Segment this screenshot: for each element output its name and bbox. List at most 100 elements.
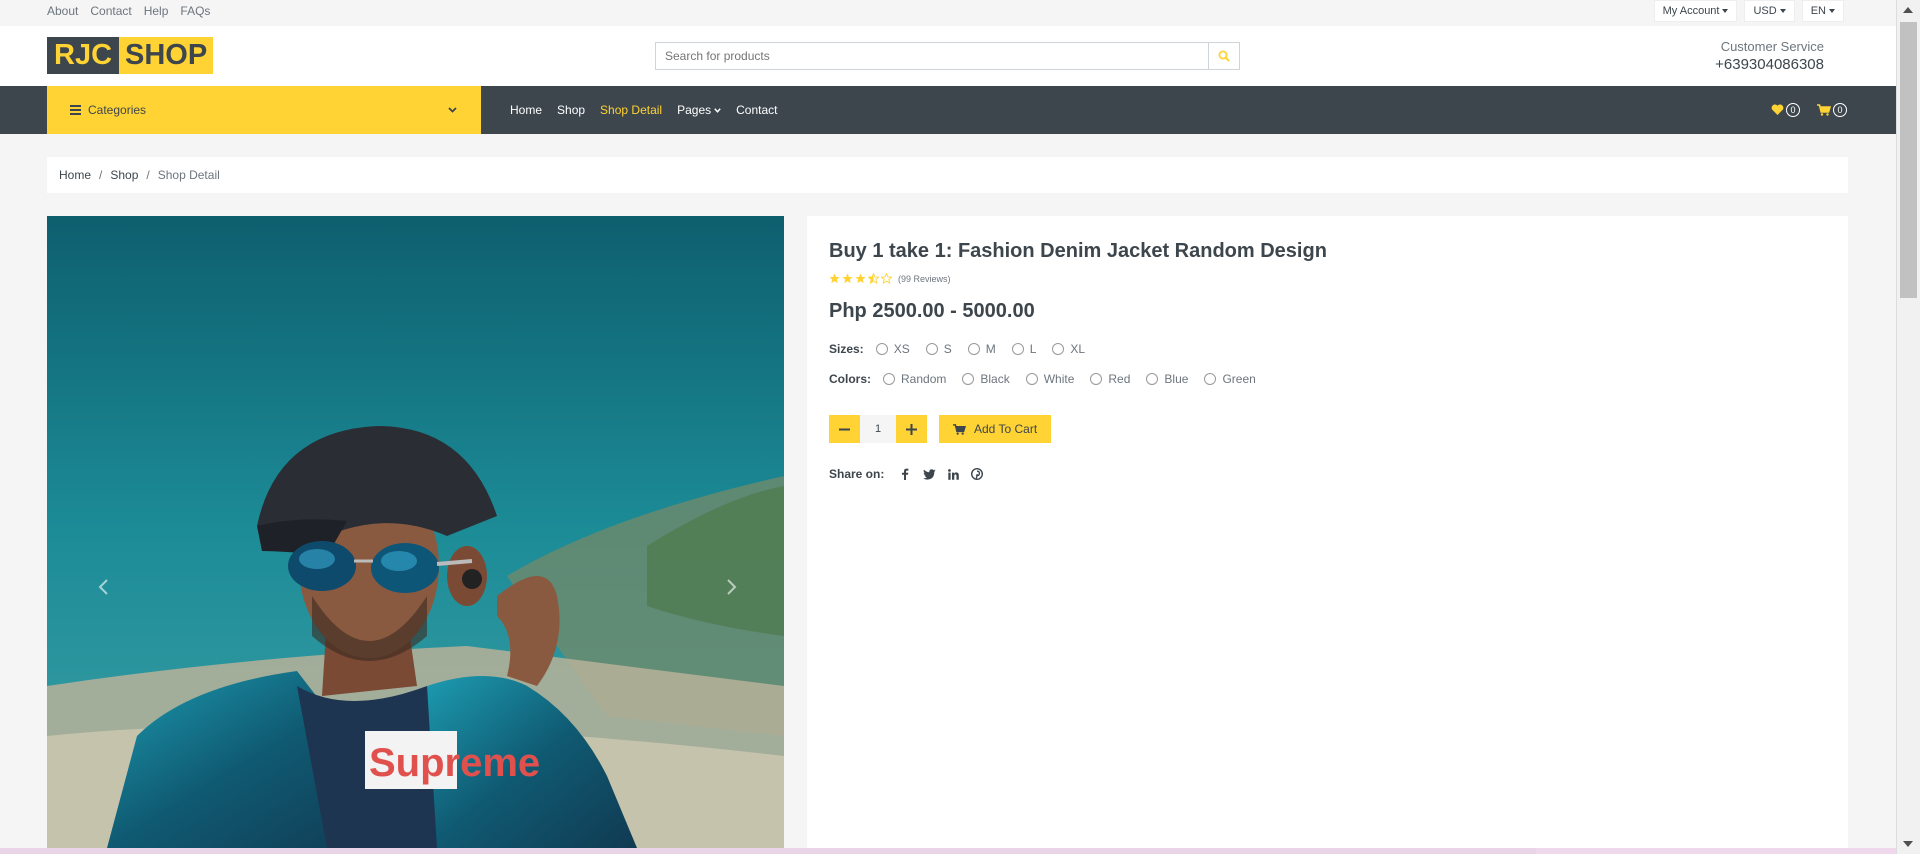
- facebook-icon[interactable]: [898, 467, 912, 481]
- share-label: Share on:: [829, 467, 885, 481]
- product-photo: Supreme: [47, 216, 784, 848]
- star-half-icon: [868, 273, 879, 284]
- size-label: M: [985, 342, 996, 356]
- categories-label: Categories: [88, 103, 147, 117]
- size-option-m[interactable]: M: [967, 342, 996, 356]
- color-option-green[interactable]: Green: [1204, 372, 1256, 386]
- language-dropdown[interactable]: EN: [1801, 0, 1844, 22]
- breadcrumb-separator: /: [146, 168, 150, 182]
- pinterest-icon[interactable]: [970, 467, 984, 481]
- top-link-help[interactable]: Help: [144, 4, 169, 18]
- star-full-icon: [842, 273, 853, 284]
- quantity-plus-button[interactable]: [896, 415, 927, 443]
- horizontal-scrollbar-thumb[interactable]: [0, 848, 1536, 854]
- star-empty-icon: [881, 273, 892, 284]
- caret-down-icon: [1829, 9, 1835, 13]
- customer-service: Customer Service +639304086308: [1715, 39, 1824, 73]
- radio-button[interactable]: [967, 343, 980, 355]
- size-option-s[interactable]: S: [925, 342, 952, 356]
- breadcrumb-shop[interactable]: Shop: [110, 168, 138, 182]
- radio-button[interactable]: [883, 373, 895, 385]
- wishlist-button[interactable]: 0: [1771, 103, 1800, 117]
- radio-button[interactable]: [1090, 373, 1103, 385]
- breadcrumb-separator: /: [99, 168, 103, 182]
- top-links: About Contact Help FAQs: [47, 4, 210, 18]
- product-detail: Buy 1 take 1: Fashion Denim Jacket Rando…: [807, 216, 1848, 848]
- size-option-l[interactable]: L: [1011, 342, 1037, 356]
- radio-button[interactable]: [1011, 343, 1024, 355]
- linkedin-icon[interactable]: [946, 467, 960, 481]
- color-label: Blue: [1164, 372, 1189, 386]
- nav-contact[interactable]: Contact: [736, 103, 777, 117]
- nav-icons: 0 0: [1771, 86, 1847, 134]
- search-input[interactable]: [655, 42, 1209, 70]
- chevron-down-icon: [714, 107, 721, 113]
- color-option-red[interactable]: Red: [1090, 372, 1130, 386]
- color-option-blue[interactable]: Blue: [1146, 372, 1188, 386]
- colors-label: Colors:: [829, 372, 871, 386]
- quantity-minus-button[interactable]: [829, 415, 860, 443]
- twitter-icon[interactable]: [922, 467, 936, 481]
- color-options: Colors: Random Black White Red Blue Gree…: [829, 372, 1272, 386]
- shopping-cart-icon: [953, 423, 966, 435]
- radio-button[interactable]: [925, 343, 938, 355]
- search-button[interactable]: [1209, 42, 1240, 70]
- main-nav: Home Shop Shop Detail Pages Contact: [510, 86, 777, 134]
- size-label: XS: [893, 342, 910, 356]
- radio-button[interactable]: [875, 343, 888, 355]
- shirt-print-text: Supreme: [369, 741, 540, 785]
- plus-icon: [906, 423, 917, 435]
- color-label: Red: [1108, 372, 1131, 386]
- cart-count-badge: 0: [1833, 103, 1847, 117]
- site-logo[interactable]: RJC SHOP: [47, 37, 214, 74]
- carousel-next-icon[interactable]: [722, 578, 740, 596]
- sizes-label: Sizes:: [829, 342, 864, 356]
- product-rating: (99 Reviews): [829, 273, 951, 284]
- top-bar: About Contact Help FAQs My Account USD E…: [0, 0, 1896, 26]
- vertical-scrollbar[interactable]: [1896, 0, 1920, 854]
- carousel-prev-icon[interactable]: [95, 578, 113, 596]
- breadcrumb-home[interactable]: Home: [59, 168, 91, 182]
- scroll-up-arrow-icon[interactable]: [1903, 7, 1913, 13]
- size-option-xs[interactable]: XS: [875, 342, 910, 356]
- wishlist-count-badge: 0: [1786, 103, 1800, 117]
- size-option-xl[interactable]: XL: [1052, 342, 1085, 356]
- star-full-icon: [829, 273, 840, 284]
- cart-button[interactable]: 0: [1817, 103, 1847, 117]
- nav-pages-dropdown[interactable]: Pages: [677, 103, 721, 117]
- size-label: L: [1029, 342, 1037, 356]
- radio-button[interactable]: [962, 373, 975, 385]
- customer-service-phone: +639304086308: [1715, 56, 1824, 73]
- scrollbar-thumb[interactable]: [1900, 22, 1917, 298]
- color-option-white[interactable]: White: [1025, 372, 1075, 386]
- logo-part-1: RJC: [47, 37, 120, 74]
- top-link-faqs[interactable]: FAQs: [180, 4, 210, 18]
- radio-button[interactable]: [1146, 373, 1159, 385]
- my-account-dropdown[interactable]: My Account: [1653, 0, 1738, 22]
- radio-button[interactable]: [1204, 373, 1217, 385]
- categories-toggle[interactable]: Categories: [47, 86, 481, 134]
- product-price: Php 2500.00 - 5000.00: [829, 300, 1035, 322]
- color-label: White: [1043, 372, 1075, 386]
- top-link-contact[interactable]: Contact: [90, 4, 131, 18]
- search-icon: [1218, 50, 1230, 62]
- quantity-stepper: 1 Add To Cart: [829, 415, 1052, 443]
- radio-button[interactable]: [1025, 373, 1038, 385]
- color-option-random[interactable]: Random: [883, 372, 946, 386]
- heart-icon: [1771, 104, 1784, 115]
- quantity-input[interactable]: 1: [860, 415, 896, 443]
- minus-icon: [839, 428, 850, 430]
- nav-shop-detail[interactable]: Shop Detail: [600, 103, 662, 117]
- chevron-down-icon: [448, 107, 457, 113]
- nav-shop[interactable]: Shop: [557, 103, 585, 117]
- color-option-black[interactable]: Black: [962, 372, 1010, 386]
- scroll-down-arrow-icon[interactable]: [1903, 841, 1913, 847]
- radio-button[interactable]: [1052, 343, 1065, 355]
- review-count: (99 Reviews): [898, 273, 951, 284]
- add-to-cart-button[interactable]: Add To Cart: [939, 415, 1052, 443]
- navbar: Categories Home Shop Shop Detail Pages C…: [0, 86, 1896, 134]
- currency-dropdown[interactable]: USD: [1744, 0, 1795, 22]
- breadcrumb-current: Shop Detail: [157, 168, 220, 182]
- top-link-about[interactable]: About: [47, 4, 78, 18]
- nav-home[interactable]: Home: [510, 103, 542, 117]
